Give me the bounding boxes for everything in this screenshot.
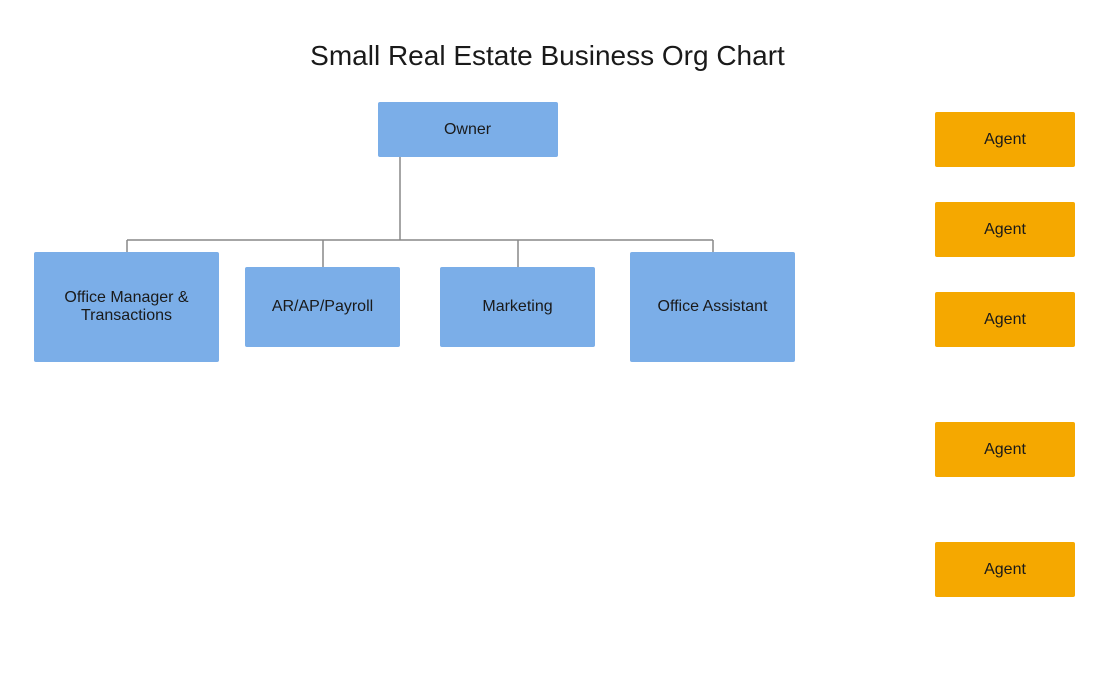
office-assistant-node: Office Assistant <box>630 252 795 362</box>
agent-node-1: Agent <box>935 112 1075 167</box>
agent-label-2: Agent <box>984 221 1026 239</box>
office-manager-node: Office Manager & Transactions <box>34 252 219 362</box>
office-manager-label: Office Manager & Transactions <box>34 289 219 325</box>
agent-label-4: Agent <box>984 441 1026 459</box>
page-title: Small Real Estate Business Org Chart <box>0 0 1095 102</box>
agent-node-4: Agent <box>935 422 1075 477</box>
agent-node-5: Agent <box>935 542 1075 597</box>
agent-label-3: Agent <box>984 311 1026 329</box>
owner-label: Owner <box>444 121 491 139</box>
agent-node-3: Agent <box>935 292 1075 347</box>
connector-lines <box>0 102 1095 688</box>
marketing-label: Marketing <box>482 298 552 316</box>
org-chart: Owner Office Manager & Transactions AR/A… <box>0 102 1095 688</box>
office-assistant-label: Office Assistant <box>658 298 768 316</box>
marketing-node: Marketing <box>440 267 595 347</box>
arap-node: AR/AP/Payroll <box>245 267 400 347</box>
owner-node: Owner <box>378 102 558 157</box>
arap-label: AR/AP/Payroll <box>272 298 373 316</box>
agent-label-1: Agent <box>984 131 1026 149</box>
agent-node-2: Agent <box>935 202 1075 257</box>
agent-label-5: Agent <box>984 561 1026 579</box>
